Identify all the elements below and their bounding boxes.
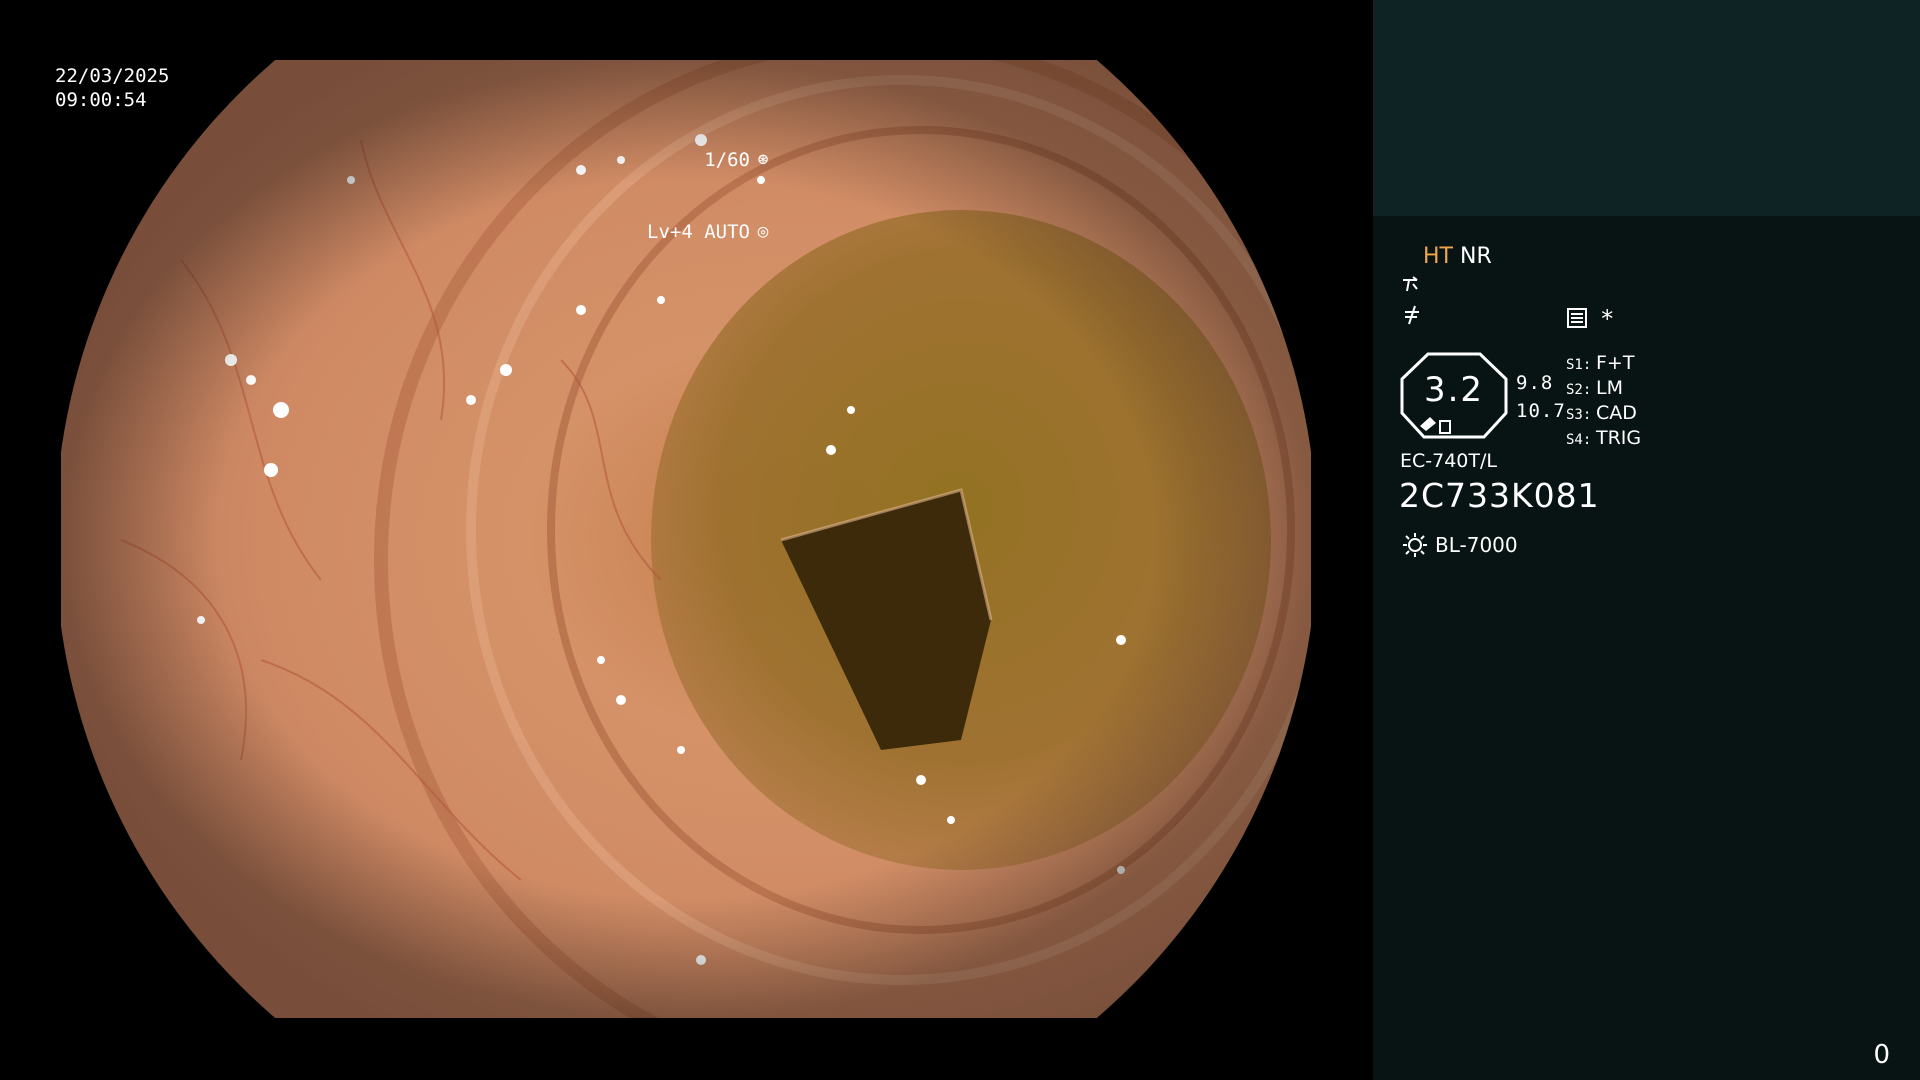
mode-badge: HT NR <box>1423 244 1492 270</box>
light-source: BL-7000 <box>1401 531 1518 559</box>
contrast-icon <box>1401 304 1425 332</box>
scope-serial: 2C733K081 <box>1399 476 1600 515</box>
exposure-readout: 1/60 ⊛ Lv+4 AUTO ◎ <box>647 100 773 292</box>
aperture-icon: ⊛ <box>757 149 769 170</box>
switch-value: F+T <box>1596 352 1635 374</box>
date-time-readout: 22/03/2025 09:00:54 <box>55 64 169 112</box>
info-panel: HT NR * 3.2 9.8 10.7 S1: F+T S2: LM S3: CAD… <box>1373 0 1920 1080</box>
shutter-text: 1/60 <box>704 149 750 171</box>
endoscope-video-area: 22/03/2025 09:00:54 1/60 ⊛ Lv+4 AUTO ◎ <box>0 0 1373 1080</box>
light-source-text: BL-7000 <box>1435 533 1518 557</box>
iris-icon: ◎ <box>757 221 769 242</box>
ht-mode: HT <box>1423 244 1453 269</box>
level-text: Lv+4 AUTO <box>647 221 750 243</box>
switch-key: S2: <box>1566 382 1592 398</box>
memory-card-icon <box>1566 307 1588 335</box>
switch-s4: S4: TRIG <box>1566 425 1641 450</box>
frame-counter: 0 <box>1873 1040 1890 1070</box>
switch-value: LM <box>1596 377 1623 399</box>
switch-value: CAD <box>1596 402 1637 424</box>
structure-enhance-icon <box>1401 275 1425 301</box>
switch-key: S1: <box>1566 357 1592 373</box>
star-indicator: * <box>1600 305 1615 333</box>
switch-list: S1: F+T S2: LM S3: CAD S4: TRIG <box>1566 350 1641 450</box>
time-text: 09:00:54 <box>55 89 147 111</box>
switch-value: TRIG <box>1596 427 1642 449</box>
switch-s2: S2: LM <box>1566 375 1641 400</box>
value-2: 10.7 <box>1516 400 1566 422</box>
nr-mode: NR <box>1459 244 1492 269</box>
switch-key: S4: <box>1566 432 1592 448</box>
switch-s1: S1: F+T <box>1566 350 1641 375</box>
value-1: 9.8 <box>1516 372 1554 394</box>
switch-s3: S3: CAD <box>1566 400 1641 425</box>
scope-model: EC-740T/L <box>1400 450 1497 472</box>
switch-key: S3: <box>1566 407 1592 423</box>
panel-header-area <box>1373 0 1920 216</box>
lamp-icon <box>1403 533 1427 557</box>
date-text: 22/03/2025 <box>55 65 170 87</box>
zoom-value: 3.2 <box>1423 370 1485 410</box>
